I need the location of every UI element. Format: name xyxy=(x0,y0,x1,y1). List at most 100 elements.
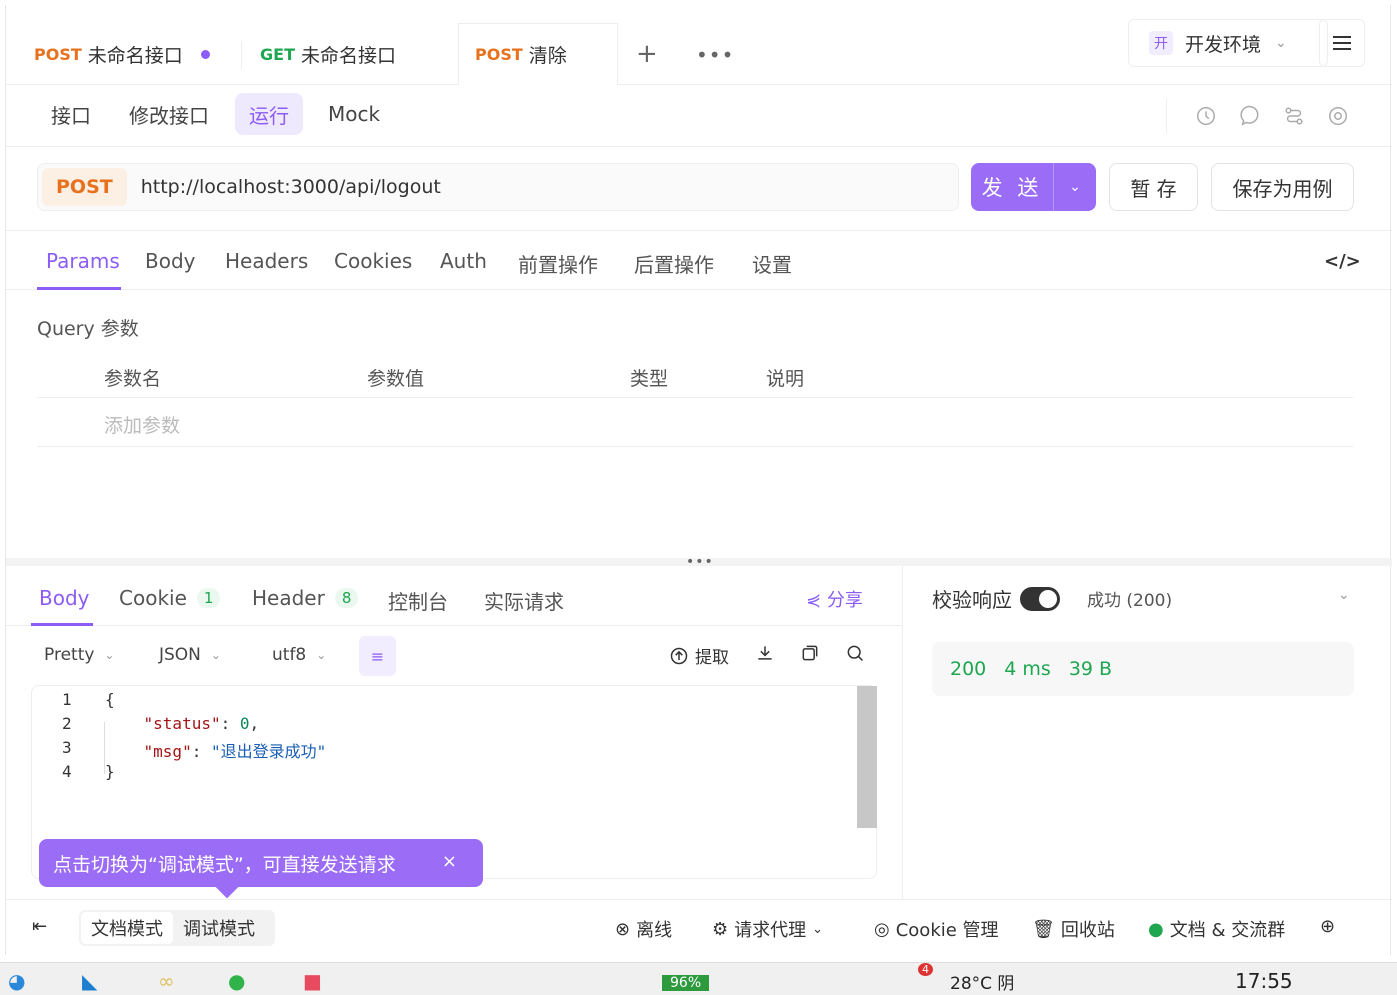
docs-label: 文档 & 交流群 xyxy=(1169,920,1286,941)
json-value: 0 xyxy=(239,714,250,733)
history-icon[interactable] xyxy=(1195,105,1217,127)
method-select[interactable]: POST xyxy=(42,168,127,206)
debug-mode-button[interactable]: 调试模式 xyxy=(173,912,265,944)
doc-mode-button[interactable]: 文档模式 xyxy=(81,912,173,944)
hamburger-menu-button[interactable] xyxy=(1319,19,1365,67)
code-line: "status": 0, xyxy=(143,714,260,733)
proxy-button[interactable]: ⚙ 请求代理 ⌄ xyxy=(712,916,823,942)
chevron-down-icon: ⌄ xyxy=(210,648,221,662)
add-tab-button[interactable]: + xyxy=(636,41,658,67)
line-number: 3 xyxy=(62,738,72,757)
save-draft-button[interactable]: 暂 存 xyxy=(1109,163,1198,211)
weather-text[interactable]: 28°C 阴 xyxy=(950,969,1014,994)
share-button[interactable]: ⋞ 分享 xyxy=(806,586,863,612)
resp-tab-body[interactable]: Body xyxy=(39,586,90,610)
tab-cookies[interactable]: Cookies xyxy=(334,249,412,273)
query-title: Query 参数 xyxy=(37,318,139,340)
line-number: 4 xyxy=(62,762,72,781)
share-flow-icon[interactable] xyxy=(1283,105,1305,127)
tab-label: 未命名接口 xyxy=(300,44,396,67)
close-icon[interactable]: × xyxy=(442,851,457,872)
result-summary: 200 4 ms 39 B xyxy=(932,642,1354,696)
resp-tab-header[interactable]: Header 8 xyxy=(252,586,359,610)
subnav-api[interactable]: 接口 xyxy=(37,93,105,135)
tab-post-unnamed[interactable]: POST 未命名接口 xyxy=(34,31,210,77)
extract-label: 提取 xyxy=(695,648,729,668)
tab-settings[interactable]: 设置 xyxy=(752,249,792,278)
active-tab-underline xyxy=(31,623,93,626)
add-param-input[interactable]: 添加参数 xyxy=(104,411,180,438)
col-description: 说明 xyxy=(766,368,805,390)
resp-tab-actual-request[interactable]: 实际请求 xyxy=(484,586,564,615)
clock-time[interactable]: 17:55 xyxy=(1235,969,1293,993)
recycle-bin-button[interactable]: 🗑 回收站 xyxy=(1032,916,1115,942)
validate-response: 校验响应 xyxy=(932,584,1060,613)
search-icon[interactable] xyxy=(845,643,865,663)
encoding-value: utf8 xyxy=(272,645,307,665)
tab-auth[interactable]: Auth xyxy=(440,249,487,273)
browser-icon[interactable]: ◕ xyxy=(8,969,25,993)
wechat-icon[interactable]: ● xyxy=(228,969,245,993)
offline-button[interactable]: ⊗ 离线 xyxy=(615,916,672,942)
subnav-run[interactable]: 运行 xyxy=(235,93,303,135)
code-icon[interactable]: </> xyxy=(1324,251,1361,272)
apifox-icon[interactable]: ■ xyxy=(303,969,322,993)
collapse-sidebar-icon[interactable]: ⇤ xyxy=(32,916,47,937)
tab-label: 清除 xyxy=(528,45,567,67)
cookie-manager-label: Cookie 管理 xyxy=(895,920,999,941)
tab-get-unnamed[interactable]: GET 未命名接口 xyxy=(260,31,396,77)
validate-toggle[interactable] xyxy=(1020,586,1060,611)
encoding-select[interactable]: utf8 ⌄ xyxy=(272,645,326,665)
chevron-down-icon[interactable]: ⌄ xyxy=(1338,587,1350,603)
battery-indicator[interactable]: 96% xyxy=(662,975,710,991)
env-badge: 开 xyxy=(1149,31,1173,55)
settings-icon[interactable] xyxy=(1327,105,1349,127)
send-button[interactable]: 发 送 xyxy=(971,163,1054,211)
subnav-icons xyxy=(1166,99,1349,133)
send-options-chevron-icon[interactable]: ⌄ xyxy=(1054,163,1096,211)
validate-status[interactable]: 成功 (200) xyxy=(1087,586,1172,611)
indent-guide xyxy=(104,722,105,774)
vertical-scrollbar[interactable] xyxy=(857,686,877,828)
app-icon[interactable]: ∞ xyxy=(158,969,175,993)
tab-method: POST xyxy=(475,45,523,64)
line-number: 2 xyxy=(62,714,72,733)
tab-headers[interactable]: Headers xyxy=(225,249,308,273)
tabs-bar: POST 未命名接口 GET 未命名接口 POST 清除 + ••• 开 开发环… xyxy=(6,19,1392,85)
language-select[interactable]: JSON ⌄ xyxy=(159,645,221,665)
format-select[interactable]: Pretty ⌄ xyxy=(44,645,114,665)
more-tabs-button[interactable]: ••• xyxy=(696,43,734,67)
cookie-manager-button[interactable]: ◎ Cookie 管理 xyxy=(874,916,999,942)
download-icon[interactable] xyxy=(755,643,775,663)
resp-tab-console[interactable]: 控制台 xyxy=(388,586,448,615)
code-line: { xyxy=(105,690,115,709)
docs-community-button[interactable]: ● 文档 & 交流群 xyxy=(1148,916,1285,942)
copy-icon[interactable] xyxy=(800,643,820,663)
resp-tab-header-label: Header xyxy=(252,586,325,610)
os-taskbar: ◕ ◣ ∞ ● ■ 96% 4 28°C 阴 17:55 xyxy=(0,962,1397,995)
tab-body[interactable]: Body xyxy=(145,249,196,273)
chevron-down-icon: ⌄ xyxy=(812,921,824,937)
proxy-label: 请求代理 xyxy=(734,920,807,941)
tab-params[interactable]: Params xyxy=(46,249,120,273)
tab-post-clear[interactable]: POST 清除 xyxy=(458,23,618,85)
sub-nav: 接口 修改接口 运行 Mock xyxy=(6,85,1392,147)
save-as-example-button[interactable]: 保存为用例 xyxy=(1211,163,1354,211)
subnav-mock[interactable]: Mock xyxy=(314,93,394,135)
query-table-header: 参数名 参数值 类型 说明 xyxy=(37,358,1353,398)
language-value: JSON xyxy=(159,645,201,665)
word-wrap-icon[interactable]: ≡ xyxy=(359,636,396,676)
upgrade-icon[interactable]: ⊕ xyxy=(1320,916,1335,937)
tab-post-ops[interactable]: 后置操作 xyxy=(634,249,714,278)
url-bar: POST http://localhost:3000/api/logout xyxy=(37,163,959,211)
extract-button[interactable]: 提取 xyxy=(669,643,729,668)
environment-select[interactable]: 开 开发环境 ⌄ xyxy=(1128,19,1328,67)
tab-pre-ops[interactable]: 前置操作 xyxy=(518,249,598,278)
vscode-icon[interactable]: ◣ xyxy=(82,969,97,993)
subnav-edit-api[interactable]: 修改接口 xyxy=(115,93,223,135)
code-line: } xyxy=(105,762,115,781)
url-input[interactable]: http://localhost:3000/api/logout xyxy=(141,176,441,198)
resp-tab-cookie[interactable]: Cookie 1 xyxy=(119,586,221,610)
code-line: "msg": "退出登录成功" xyxy=(143,742,327,761)
comment-icon[interactable] xyxy=(1239,105,1261,127)
